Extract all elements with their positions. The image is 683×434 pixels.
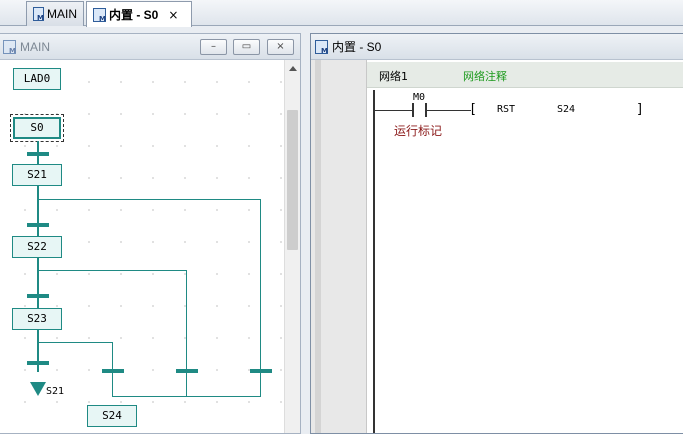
sfc-transition[interactable] (27, 294, 49, 298)
instruction-operand[interactable]: S24 (557, 104, 575, 115)
rung-wire (374, 110, 412, 111)
scrollbar-thumb[interactable] (287, 110, 298, 250)
program-doc-icon (3, 39, 16, 55)
network-number: 网络1 (379, 70, 408, 83)
sfc-converge-line (112, 396, 261, 397)
instruction-close-bracket: ] (636, 102, 644, 117)
sfc-transition[interactable] (176, 369, 198, 373)
tab-s0-label: 内置 - S0 (109, 8, 159, 22)
sfc-branch-line (37, 270, 186, 271)
sfc-branch-line (260, 199, 261, 396)
sfc-transition[interactable] (27, 152, 49, 156)
jump-arrow-icon[interactable] (30, 382, 46, 396)
sfc-transition[interactable] (27, 223, 49, 227)
main-sfc-window: MAIN – ▭ × LAD0 S0 S21 S22 S23 S21 (0, 33, 301, 434)
rung-wire (427, 110, 471, 111)
program-doc-icon (33, 7, 44, 22)
instruction-mnemonic[interactable]: RST (497, 104, 515, 115)
vertical-scrollbar[interactable] (284, 60, 300, 433)
tab-s0[interactable]: 内置 - S0 × (86, 1, 192, 27)
s0-window-titlebar: 内置 - S0 (311, 34, 683, 60)
close-window-button[interactable]: × (267, 39, 294, 55)
sfc-branch-line (37, 199, 260, 200)
sfc-step-s22[interactable]: S22 (12, 236, 62, 258)
contact-address[interactable]: M0 (413, 92, 425, 103)
network-header[interactable]: 网络1 网络注释 (367, 62, 683, 88)
main-window-title: MAIN (20, 39, 50, 54)
sfc-transition[interactable] (27, 361, 49, 365)
s0-window-title: 内置 - S0 (332, 40, 382, 54)
sfc-link (37, 258, 39, 308)
instruction-open-bracket: [ (469, 102, 477, 117)
sfc-branch-line (186, 270, 187, 396)
close-tab-icon[interactable]: × (168, 8, 178, 22)
minimize-button[interactable]: – (200, 39, 227, 55)
sfc-transition[interactable] (250, 369, 272, 373)
sfc-link (37, 186, 39, 236)
ladder-editor[interactable]: 网络1 网络注释 M0 运行标记 [ RST S24 ] (311, 60, 683, 433)
document-tab-bar: MAIN 内置 - S0 × (0, 0, 683, 27)
scroll-up-icon[interactable] (289, 66, 297, 71)
restore-button[interactable]: ▭ (233, 39, 260, 55)
main-window-titlebar: MAIN – ▭ × (0, 34, 300, 60)
tab-main-label: MAIN (47, 7, 77, 21)
program-doc-icon (93, 7, 106, 23)
sfc-branch-line (37, 342, 112, 343)
network-comment[interactable]: 网络注释 (463, 68, 507, 84)
jump-target-label: S21 (46, 386, 65, 397)
sfc-step-s0[interactable]: S0 (10, 114, 64, 142)
ladder-block-lad0[interactable]: LAD0 (13, 68, 61, 90)
gutter-border (315, 60, 321, 433)
sfc-step-s21[interactable]: S21 (12, 164, 62, 186)
s0-ladder-window: 内置 - S0 网络1 网络注释 M0 运行标记 [ RST S24 ] (310, 33, 683, 434)
program-doc-icon (315, 39, 328, 55)
sfc-link (37, 330, 39, 372)
sfc-step-s23[interactable]: S23 (12, 308, 62, 330)
sfc-diagram[interactable]: LAD0 S0 S21 S22 S23 S21 S24 (0, 60, 282, 433)
contact-left-bar (412, 103, 414, 117)
contact-comment: 运行标记 (394, 124, 443, 138)
left-power-rail (373, 90, 375, 433)
tab-main[interactable]: MAIN (26, 1, 84, 26)
sfc-step-s24[interactable]: S24 (87, 405, 137, 427)
sfc-transition[interactable] (102, 369, 124, 373)
